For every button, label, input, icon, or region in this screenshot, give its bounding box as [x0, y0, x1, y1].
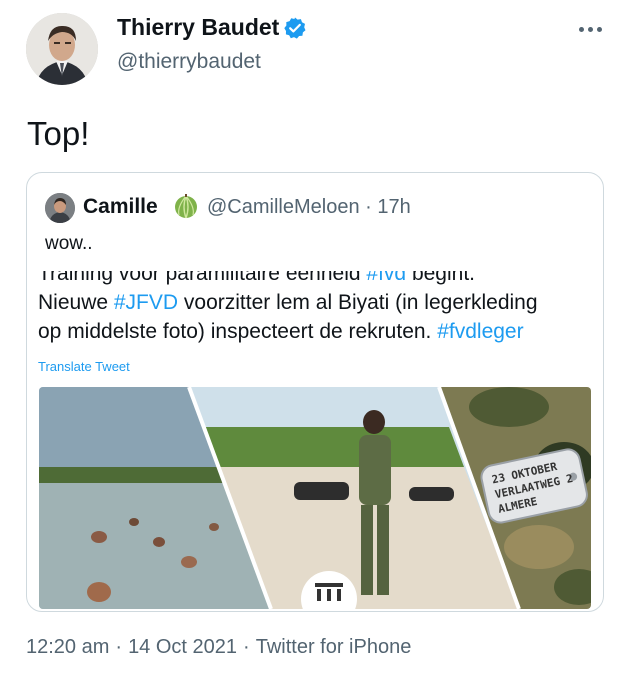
tweet-date[interactable]: 14 Oct 2021	[128, 636, 237, 658]
quoted-author-avatar[interactable]	[45, 193, 75, 223]
quoted-text: wow..	[45, 233, 93, 254]
hashtag-jfvd[interactable]: #JFVD	[114, 291, 178, 314]
tweet-footer: 12:20 am · 14 Oct 2021 · Twitter for iPhone	[26, 636, 412, 658]
verified-badge-icon	[283, 16, 307, 40]
author-name[interactable]: Thierry Baudet	[117, 14, 279, 41]
tweet-text: Top!	[27, 115, 90, 152]
quoted-body-line-2: Nieuwe #JFVD voorzitter lem al Biyati (i…	[38, 291, 538, 314]
translate-tweet-link[interactable]: Translate Tweet	[38, 359, 130, 374]
author-avatar[interactable]	[26, 13, 98, 85]
hashtag-fvd[interactable]: #fvd	[366, 271, 406, 285]
quoted-body-line-1: Training voor paramilitaire eenheid #fvd…	[38, 271, 588, 288]
quoted-media-image[interactable]: 23 OKTOBER VERLAATWEG 2 ALMERE	[39, 387, 591, 609]
hashtag-fvdleger[interactable]: #fvdleger	[437, 320, 523, 343]
tweet-source[interactable]: Twitter for iPhone	[256, 636, 412, 658]
quoted-body-line-3: op middelste foto) inspecteert de rekrut…	[38, 320, 524, 343]
quoted-handle-time[interactable]: @CamilleMeloen · 17h	[207, 196, 411, 219]
quoted-author-name[interactable]: Camille	[83, 195, 158, 219]
quoted-body-text: Training voor paramilitaire eenheid #fvd…	[38, 271, 588, 346]
author-handle[interactable]: @thierrybaudet	[117, 50, 261, 74]
melon-emoji-icon	[173, 193, 199, 219]
quoted-tweet-card[interactable]: Camille @CamilleMeloen · 17h wow.. Train…	[26, 172, 604, 612]
tweet-time[interactable]: 12:20 am	[26, 636, 109, 658]
more-options-icon[interactable]	[572, 17, 608, 41]
